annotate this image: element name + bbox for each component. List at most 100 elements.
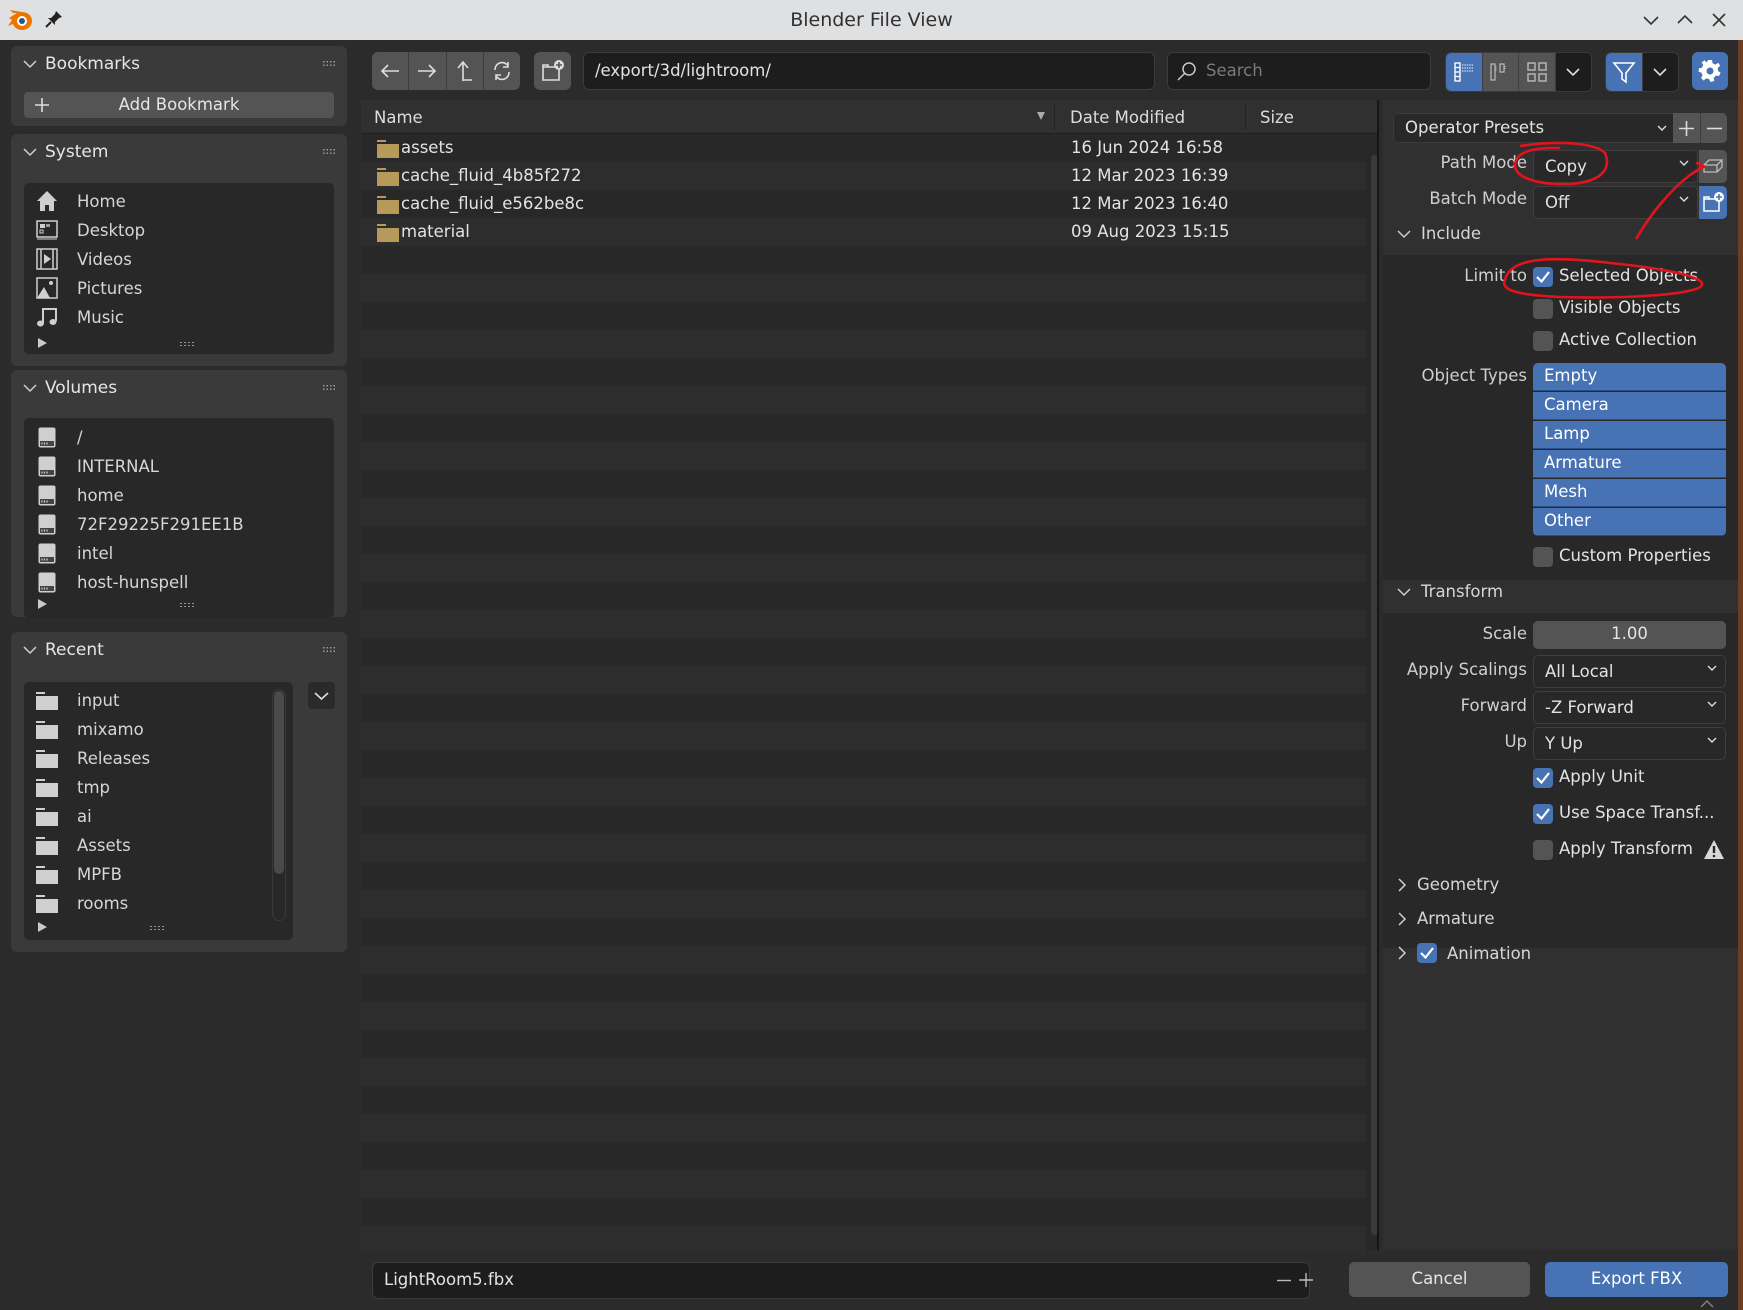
chevron-up-icon[interactable] bbox=[1700, 1300, 1714, 1308]
system-item-music[interactable]: Music bbox=[35, 303, 124, 331]
path-mode-dropdown[interactable]: Copy bbox=[1533, 150, 1698, 183]
visible-objects-label[interactable]: Visible Objects bbox=[1559, 298, 1680, 317]
column-header-size[interactable]: Size bbox=[1260, 108, 1294, 127]
add-bookmark-button[interactable]: Add Bookmark bbox=[24, 92, 334, 118]
recent-scrollbar-track[interactable] bbox=[272, 689, 286, 921]
volume-item[interactable]: home bbox=[35, 481, 124, 509]
volume-item[interactable]: / bbox=[35, 423, 83, 451]
up-axis-dropdown[interactable]: Y Up bbox=[1533, 727, 1726, 760]
expand-triangle-icon[interactable] bbox=[38, 338, 47, 348]
horizontal-list-button[interactable] bbox=[1482, 53, 1519, 91]
list-resize-handle[interactable] bbox=[179, 341, 195, 347]
panel-drag-handle[interactable] bbox=[322, 60, 337, 68]
recent-scrollbar-thumb[interactable] bbox=[274, 691, 284, 874]
directory-path-field[interactable]: /export/3d/lightroom/ bbox=[583, 52, 1155, 90]
system-header[interactable]: System bbox=[23, 142, 108, 162]
expand-triangle-icon[interactable] bbox=[38, 599, 47, 609]
batch-mode-dropdown[interactable]: Off bbox=[1533, 186, 1698, 219]
bookmarks-header[interactable]: Bookmarks bbox=[23, 54, 140, 74]
cancel-button[interactable]: Cancel bbox=[1349, 1262, 1530, 1297]
batch-own-dir-toggle[interactable] bbox=[1699, 186, 1727, 219]
recent-item[interactable]: ai bbox=[35, 802, 92, 830]
settings-toggle-button[interactable] bbox=[1692, 52, 1728, 90]
custom-properties-checkbox[interactable] bbox=[1533, 547, 1553, 567]
apply-unit-checkbox[interactable] bbox=[1533, 768, 1553, 788]
apply-transform-label[interactable]: Apply Transform bbox=[1559, 839, 1693, 858]
recent-menu-button[interactable] bbox=[308, 682, 335, 709]
active-collection-label[interactable]: Active Collection bbox=[1559, 330, 1697, 349]
object-type-toggle-armature[interactable]: Armature bbox=[1533, 450, 1726, 478]
recent-item[interactable]: Assets bbox=[35, 831, 131, 859]
filename-input[interactable]: LightRoom5.fbx bbox=[372, 1262, 1313, 1299]
column-divider[interactable] bbox=[1245, 104, 1246, 130]
apply-unit-label[interactable]: Apply Unit bbox=[1559, 767, 1644, 786]
volume-item[interactable]: INTERNAL bbox=[35, 452, 159, 480]
panel-drag-handle[interactable] bbox=[322, 646, 337, 654]
object-type-toggle-camera[interactable]: Camera bbox=[1533, 392, 1726, 420]
panel-drag-handle[interactable] bbox=[322, 384, 337, 392]
back-button[interactable] bbox=[372, 52, 410, 90]
geometry-section-header[interactable]: Geometry bbox=[1397, 875, 1499, 894]
system-item-home[interactable]: Home bbox=[35, 187, 126, 215]
active-collection-checkbox[interactable] bbox=[1533, 331, 1553, 351]
file-row[interactable]: assets 16 Jun 2024 16:58 bbox=[361, 134, 1366, 162]
recent-item[interactable]: rooms bbox=[35, 889, 128, 917]
minimize-button[interactable] bbox=[1641, 10, 1661, 30]
sort-descending-icon[interactable] bbox=[1036, 111, 1046, 121]
column-header-name[interactable]: Name bbox=[374, 108, 423, 127]
system-item-desktop[interactable]: Desktop bbox=[35, 216, 145, 244]
recent-item[interactable]: input bbox=[35, 686, 119, 714]
use-space-transform-checkbox[interactable] bbox=[1533, 804, 1553, 824]
list-resize-handle[interactable] bbox=[179, 602, 195, 608]
recent-item[interactable]: MPFB bbox=[35, 860, 122, 888]
column-header-date[interactable]: Date Modified bbox=[1070, 108, 1185, 127]
increment-icon[interactable] bbox=[1299, 1273, 1313, 1287]
recent-item[interactable]: Releases bbox=[35, 744, 150, 772]
transform-section-header[interactable]: Transform bbox=[1397, 582, 1503, 601]
forward-button[interactable] bbox=[409, 52, 447, 90]
animation-checkbox[interactable] bbox=[1417, 943, 1437, 963]
selected-objects-label[interactable]: Selected Objects bbox=[1559, 266, 1698, 285]
system-item-pictures[interactable]: Pictures bbox=[35, 274, 142, 302]
add-preset-button[interactable] bbox=[1673, 113, 1701, 143]
display-options-dropdown[interactable] bbox=[1555, 53, 1591, 91]
file-row[interactable]: cache_fluid_e562be8c 12 Mar 2023 16:40 bbox=[361, 190, 1366, 218]
recent-header[interactable]: Recent bbox=[23, 640, 104, 660]
close-button[interactable] bbox=[1709, 10, 1729, 30]
file-row[interactable]: cache_fluid_4b85f272 12 Mar 2023 16:39 bbox=[361, 162, 1366, 190]
visible-objects-checkbox[interactable] bbox=[1533, 299, 1553, 319]
object-type-toggle-other[interactable]: Other bbox=[1533, 508, 1726, 536]
vertical-list-button[interactable] bbox=[1446, 53, 1483, 91]
volumes-header[interactable]: Volumes bbox=[23, 378, 117, 398]
object-type-toggle-empty[interactable]: Empty bbox=[1533, 363, 1726, 391]
new-folder-button[interactable] bbox=[534, 52, 571, 90]
parent-directory-button[interactable] bbox=[447, 52, 484, 90]
column-divider[interactable] bbox=[1054, 104, 1055, 130]
system-item-videos[interactable]: Videos bbox=[35, 245, 132, 273]
forward-axis-dropdown[interactable]: -Z Forward bbox=[1533, 691, 1726, 724]
apply-scalings-dropdown[interactable]: All Local bbox=[1533, 655, 1726, 688]
apply-transform-checkbox[interactable] bbox=[1533, 840, 1553, 860]
recent-item[interactable]: tmp bbox=[35, 773, 110, 801]
animation-section-header[interactable]: Animation bbox=[1397, 943, 1531, 963]
list-resize-handle[interactable] bbox=[149, 925, 165, 931]
remove-preset-button[interactable] bbox=[1701, 113, 1727, 143]
decrement-icon[interactable] bbox=[1277, 1279, 1291, 1282]
volume-item[interactable]: 72F29225F291EE1B bbox=[35, 510, 244, 538]
object-type-toggle-mesh[interactable]: Mesh bbox=[1533, 479, 1726, 507]
refresh-button[interactable] bbox=[484, 52, 520, 90]
custom-properties-label[interactable]: Custom Properties bbox=[1559, 546, 1711, 565]
search-input[interactable]: Search bbox=[1167, 52, 1431, 90]
object-type-toggle-lamp[interactable]: Lamp bbox=[1533, 421, 1726, 449]
maximize-button[interactable] bbox=[1675, 10, 1695, 30]
armature-section-header[interactable]: Armature bbox=[1397, 909, 1494, 928]
panel-drag-handle[interactable] bbox=[322, 148, 337, 156]
include-section-header[interactable]: Include bbox=[1397, 224, 1481, 243]
expand-triangle-icon[interactable] bbox=[38, 922, 47, 932]
export-fbx-button[interactable]: Export FBX bbox=[1545, 1262, 1728, 1297]
volume-item[interactable]: intel bbox=[35, 539, 113, 567]
embed-textures-toggle[interactable] bbox=[1699, 150, 1727, 183]
use-space-transform-label[interactable]: Use Space Transf... bbox=[1559, 803, 1715, 822]
scale-field[interactable]: 1.00 bbox=[1533, 621, 1726, 649]
selected-objects-checkbox[interactable] bbox=[1533, 267, 1553, 287]
